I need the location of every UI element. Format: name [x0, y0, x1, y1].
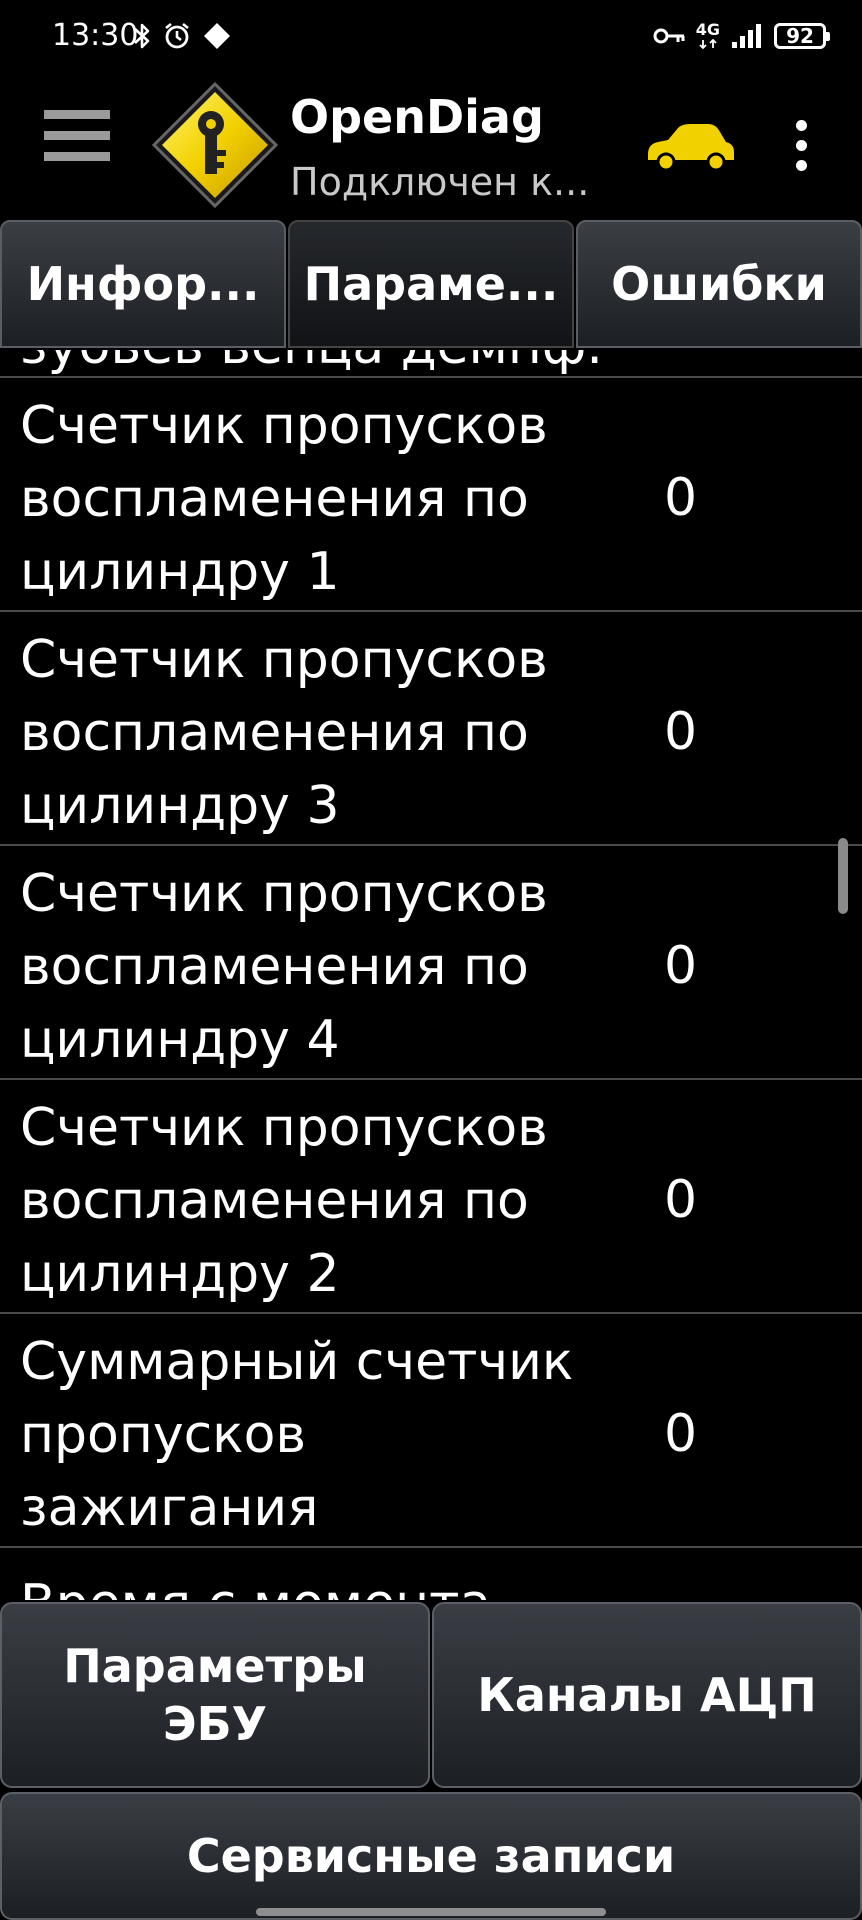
status-time: 13:30	[52, 18, 139, 53]
tab-parameters[interactable]: Параме...	[288, 220, 574, 348]
param-value: 0	[664, 936, 698, 996]
tab-info[interactable]: Инфор...	[0, 220, 286, 348]
adc-channels-button[interactable]: Каналы АЦП	[432, 1602, 862, 1788]
connection-status: Подключен к...	[290, 160, 590, 204]
param-value: 0	[664, 468, 698, 528]
param-label: Счетчик пропусков воспламенения по цилин…	[20, 1098, 548, 1304]
divider	[0, 1546, 862, 1548]
app-title: OpenDiag	[290, 90, 544, 144]
app-logo-icon	[151, 81, 279, 209]
battery-icon: 92	[774, 23, 830, 49]
tab-bar: Инфор... Параме... Ошибки	[0, 220, 862, 350]
vpn-key-icon	[652, 25, 686, 47]
service-records-button[interactable]: Сервисные записи	[0, 1792, 862, 1920]
list-item[interactable]: Суммарный счетчик пропусков зажигания 0	[0, 1314, 862, 1547]
list-item[interactable]: Счетчик пропусков воспламенения по цилин…	[0, 378, 862, 611]
list-item-partial-bottom: Время с момента	[20, 1568, 491, 1600]
overflow-menu-icon[interactable]	[786, 120, 816, 180]
home-indicator[interactable]	[256, 1908, 606, 1916]
alarm-icon	[162, 21, 192, 51]
list-item[interactable]: Счетчик пропусков воспламенения по цилин…	[0, 846, 862, 1079]
scrollbar[interactable]	[838, 838, 848, 914]
param-label: Счетчик пропусков воспламенения по цилин…	[20, 864, 548, 1070]
car-icon[interactable]	[642, 120, 738, 172]
list-item[interactable]: Счетчик пропусков воспламенения по цилин…	[0, 612, 862, 845]
status-bar: 13:30 4G 92	[0, 0, 862, 74]
menu-icon[interactable]	[44, 110, 110, 178]
parameters-list[interactable]: зубьев венца демпф. Счетчик пропусков во…	[0, 350, 862, 1600]
tab-errors[interactable]: Ошибки	[576, 220, 862, 348]
bluetooth-icon	[132, 21, 152, 51]
app-bar: OpenDiag Подключен к...	[0, 74, 862, 220]
param-value: 0	[664, 702, 698, 762]
list-item[interactable]: Счетчик пропусков воспламенения по цилин…	[0, 1080, 862, 1313]
ecu-params-button[interactable]: Параметры ЭБУ	[0, 1602, 430, 1788]
param-label: Счетчик пропусков воспламенения по цилин…	[20, 396, 548, 602]
signal-icon	[730, 22, 764, 50]
network-type: 4G	[696, 22, 720, 50]
param-value: 0	[664, 1170, 698, 1230]
diamond-icon	[202, 21, 232, 51]
param-label: Суммарный счетчик пропусков зажигания	[20, 1332, 574, 1538]
param-value: 0	[664, 1404, 698, 1464]
param-label: Счетчик пропусков воспламенения по цилин…	[20, 630, 548, 836]
